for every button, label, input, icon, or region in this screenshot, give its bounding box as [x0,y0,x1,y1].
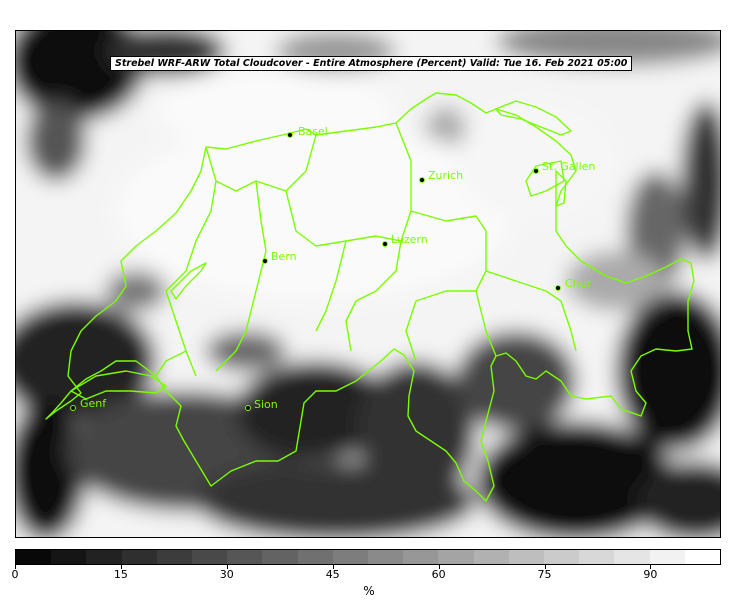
city-label-bern: Bern [271,250,297,263]
colorbar-tick-label: 30 [219,568,234,581]
colorbar-tick-label: 45 [325,568,340,581]
colorbar-segment [297,550,333,564]
colorbar-segment [156,550,193,564]
city-label-sion: Sion [254,398,278,411]
colorbar-segment [473,550,509,564]
colorbar-segment [192,550,228,564]
colorbar-segment [16,550,52,564]
colorbar-segment [86,550,122,564]
colorbar-segment [368,550,404,564]
colorbar-segment [438,550,474,564]
city-dot-sion [245,405,251,411]
city-label-chur: Chur [565,277,592,290]
city-dot-stgallen [533,168,539,174]
colorbar-tick-label: 60 [431,568,446,581]
city-label-genf: Genf [80,397,107,410]
city-label-stgallen: St. Gallen [542,160,596,173]
colorbar-segment [51,550,87,564]
city-dot-basel [287,132,293,138]
colorbar-segment [227,550,263,564]
map-title: Strebel WRF-ARW Total Cloudcover - Entir… [110,56,633,71]
colorbar-tick-label: 90 [643,568,658,581]
colorbar-segment [579,550,615,564]
cloudcover-map [16,31,720,537]
colorbar-segment [332,550,369,564]
cloud-field [16,31,720,537]
city-dot-luzern [382,241,388,247]
colorbar-segment [121,550,157,564]
colorbar-segment [614,550,650,564]
city-dot-bern [262,258,268,264]
colorbar-segment [684,550,721,564]
colorbar-tick-label: 75 [537,568,552,581]
colorbar-segment [544,550,580,564]
colorbar-unit: % [363,584,375,598]
city-label-luzern: Luzern [391,233,428,246]
colorbar-tick-label: 0 [11,568,19,581]
city-dot-chur [555,285,561,291]
colorbar-segment [508,550,545,564]
city-label-basel: Basel [298,125,328,138]
colorbar-tick-label: 15 [113,568,128,581]
colorbar [15,549,721,565]
city-dot-genf [70,405,76,411]
map-frame [15,30,721,538]
colorbar-segment [262,550,298,564]
city-dot-zurich [419,177,425,183]
city-label-zurich: Zurich [428,169,464,182]
colorbar-segment [403,550,439,564]
colorbar-segment [649,550,685,564]
